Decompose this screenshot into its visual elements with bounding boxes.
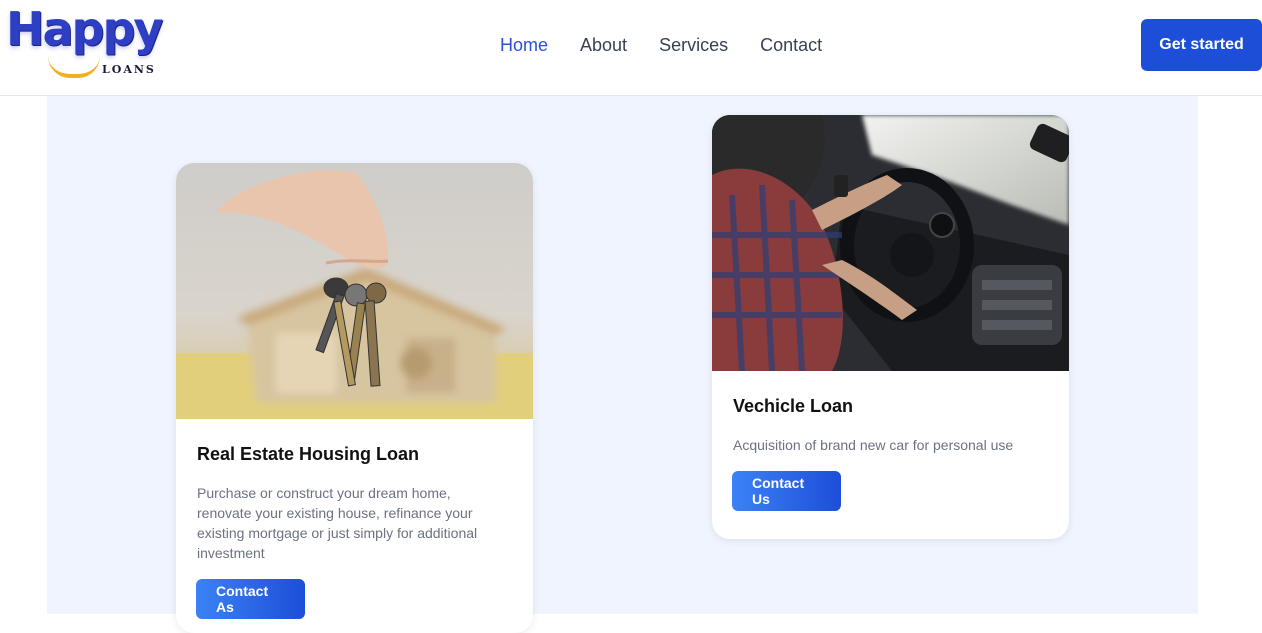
get-started-button[interactable]: Get started bbox=[1141, 19, 1262, 71]
contact-button[interactable]: Contact Us bbox=[732, 471, 841, 511]
logo-smile bbox=[48, 56, 100, 78]
logo-word: Happy bbox=[6, 2, 163, 56]
service-card-housing: Real Estate Housing Loan Purchase or con… bbox=[176, 163, 533, 633]
logo-subtext: LOANS bbox=[102, 63, 156, 76]
service-card-vehicle: Vechicle Loan Acquisition of brand new c… bbox=[712, 115, 1069, 539]
nav-contact[interactable]: Contact bbox=[760, 35, 822, 56]
main-nav: Home About Services Contact bbox=[500, 35, 854, 56]
card-title: Real Estate Housing Loan bbox=[197, 444, 420, 464]
happy-loans-logo[interactable]: Happy LOANS bbox=[6, 2, 163, 80]
nav-services[interactable]: Services bbox=[659, 35, 728, 56]
contact-button[interactable]: Contact As bbox=[196, 579, 305, 619]
card-title: Vechicle Loan bbox=[733, 396, 854, 416]
car-driver-image bbox=[712, 115, 1069, 371]
house-keys-image bbox=[176, 163, 533, 419]
nav-about[interactable]: About bbox=[580, 35, 627, 56]
card-description: Acquisition of brand new car for persona… bbox=[733, 437, 1014, 453]
card-description: Purchase or construct your dream home, r… bbox=[197, 485, 478, 561]
nav-home[interactable]: Home bbox=[500, 35, 548, 56]
site-header: Happy LOANS Home About Services Contact … bbox=[0, 0, 1262, 96]
